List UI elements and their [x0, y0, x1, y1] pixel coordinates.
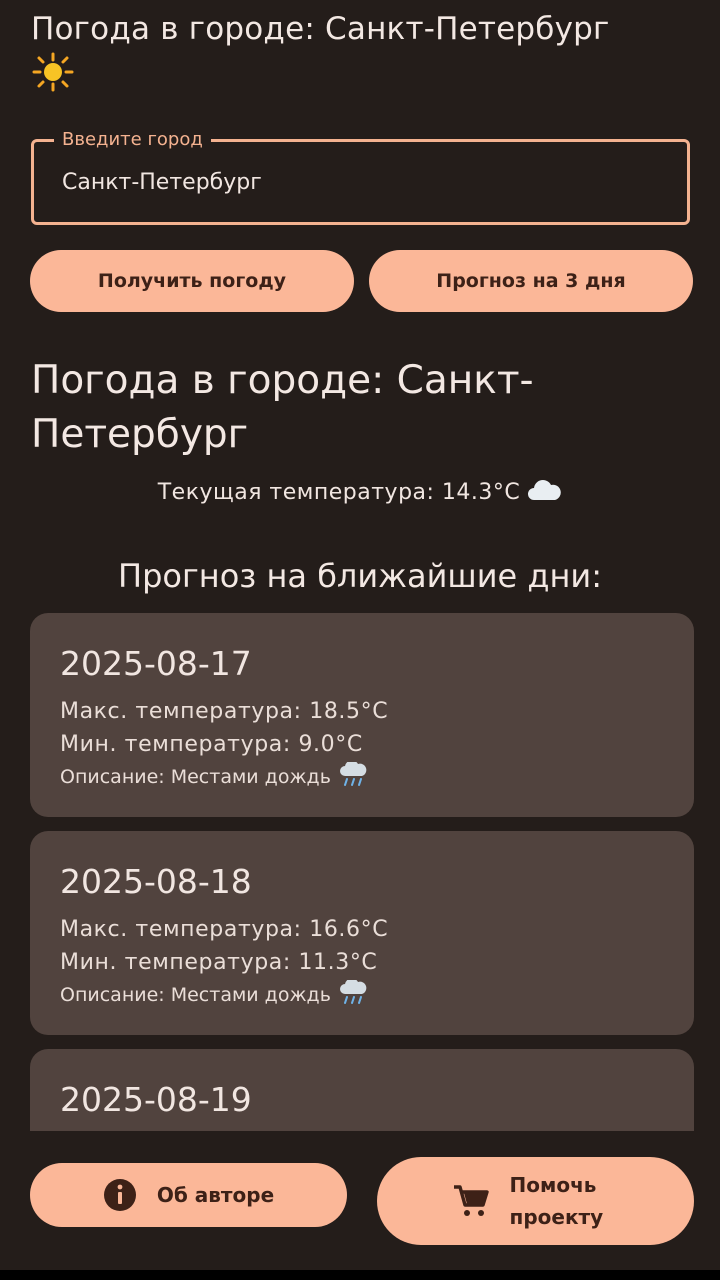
sun-icon	[32, 52, 74, 92]
forecast-description-text: Описание: Местами дождь	[60, 766, 331, 788]
city-field-label: Введите город	[54, 128, 211, 152]
app-title: Погода в городе: Санкт-Петербург	[31, 11, 610, 47]
result-title: Погода в городе: Санкт-Петербург	[31, 358, 534, 457]
help-project-label: Помочь проекту	[509, 1173, 604, 1229]
rain-cloud-icon	[339, 979, 367, 1004]
forecast-description: Описание: Местами дождь	[60, 761, 369, 791]
forecast-card: 2025-08-17 Макс. температура: 18.5°C Мин…	[30, 613, 694, 817]
forecast-description-text: Описание: Местами дождь	[60, 984, 331, 1006]
system-nav-bar	[0, 1270, 720, 1280]
cloud-icon	[528, 480, 562, 500]
current-temperature-text: Текущая температура: 14.3°C	[157, 480, 521, 505]
forecast-list[interactable]: 2025-08-17 Макс. температура: 18.5°C Мин…	[30, 613, 694, 1131]
forecast-min-temp: Мин. температура: 9.0°C	[60, 732, 363, 757]
forecast-date: 2025-08-17	[60, 644, 252, 683]
forecast-max-temp: Макс. температура: 18.5°C	[60, 699, 389, 724]
about-author-button[interactable]: Об авторе	[30, 1163, 347, 1227]
current-temperature: Текущая температура: 14.3°C	[0, 477, 720, 509]
forecast-date: 2025-08-19	[60, 1080, 252, 1119]
forecast-heading: Прогноз на ближайшие дни:	[118, 557, 602, 595]
help-project-button[interactable]: Помочь проекту	[377, 1157, 694, 1245]
forecast-card: 2025-08-19	[30, 1049, 694, 1131]
forecast-description: Описание: Местами дождь	[60, 979, 369, 1009]
info-icon	[103, 1179, 136, 1211]
forecast-card: 2025-08-18 Макс. температура: 16.6°C Мин…	[30, 831, 694, 1035]
about-author-label: Об авторе	[156, 1183, 275, 1207]
forecast-min-temp: Мин. температура: 11.3°C	[60, 950, 378, 975]
forecast-max-temp: Макс. температура: 16.6°C	[60, 917, 389, 942]
forecast-3-days-button[interactable]: Прогноз на 3 дня	[369, 250, 693, 312]
get-weather-button[interactable]: Получить погоду	[30, 250, 354, 312]
weather-app-screen: Погода в городе: Санкт-Петербург Введите…	[0, 0, 720, 1280]
rain-cloud-icon	[339, 761, 367, 786]
forecast-date: 2025-08-18	[60, 862, 252, 901]
city-field[interactable]: Введите город	[31, 128, 690, 225]
cart-icon	[453, 1185, 489, 1216]
city-input[interactable]	[62, 168, 662, 198]
